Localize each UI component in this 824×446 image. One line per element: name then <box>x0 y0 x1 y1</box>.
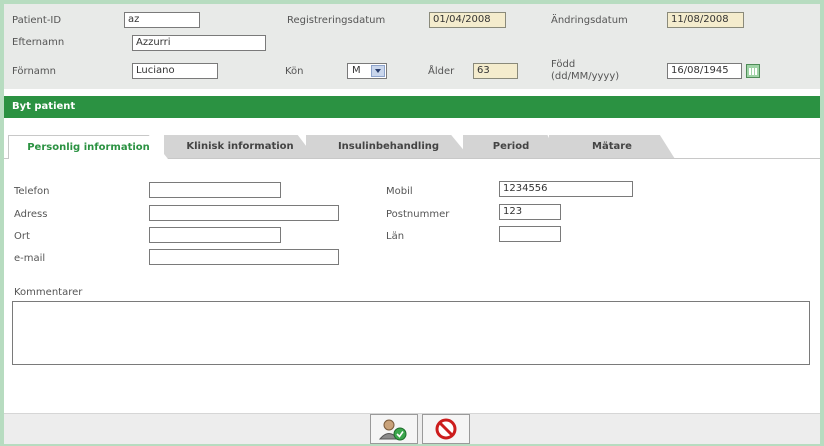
patient-form-window: Patient-ID az Registreringsdatum 01/04/2… <box>4 4 820 444</box>
mobile-input[interactable]: 1234556 <box>499 181 633 197</box>
gender-select-value: M <box>352 65 361 76</box>
birth-date-label: Född <box>551 59 576 70</box>
county-label: Län <box>386 231 405 242</box>
birth-date-input[interactable]: 16/08/1945 <box>667 63 742 79</box>
last-name-input[interactable]: Azzurri <box>132 35 266 51</box>
gender-select[interactable]: M <box>347 63 387 79</box>
county-input[interactable] <box>499 226 561 242</box>
gender-label: Kön <box>285 66 304 77</box>
postcode-label: Postnummer <box>386 209 450 220</box>
cancel-button[interactable] <box>422 414 470 444</box>
save-patient-icon <box>378 419 407 441</box>
tab-period[interactable]: Period <box>463 135 559 159</box>
change-date-label: Ändringsdatum <box>551 15 628 26</box>
tab-insulin-treatment[interactable]: Insulinbehandling <box>306 135 471 159</box>
postcode-input[interactable]: 123 <box>499 204 561 220</box>
tab-meters[interactable]: Mätare <box>549 135 675 159</box>
phone-input[interactable] <box>149 182 281 198</box>
change-date-field: 11/08/2008 <box>667 12 744 28</box>
city-label: Ort <box>14 231 30 242</box>
chevron-down-icon[interactable] <box>371 65 385 77</box>
comments-label: Kommentarer <box>14 287 83 298</box>
first-name-label: Förnamn <box>12 66 56 77</box>
birth-date-format-label: (dd/MM/yyyy) <box>551 71 620 82</box>
email-label: e-mail <box>14 253 46 264</box>
tab-clinical-information[interactable]: Klinisk information <box>164 135 316 159</box>
registration-date-label: Registreringsdatum <box>287 15 386 26</box>
patient-id-label: Patient-ID <box>12 15 62 26</box>
tab-personal-information[interactable]: Personlig information <box>8 135 168 159</box>
city-input[interactable] <box>149 227 281 243</box>
phone-label: Telefon <box>14 186 50 197</box>
address-label: Adress <box>14 209 48 220</box>
switch-patient-bar[interactable]: Byt patient <box>4 96 820 118</box>
tab-strip: Personlig information Klinisk informatio… <box>4 135 820 159</box>
age-label: Ålder <box>428 66 455 77</box>
patient-id-input[interactable]: az <box>124 12 200 28</box>
address-input[interactable] <box>149 205 339 221</box>
cancel-icon <box>435 418 457 440</box>
calendar-icon[interactable] <box>746 64 760 78</box>
first-name-input[interactable]: Luciano <box>132 63 218 79</box>
age-field: 63 <box>473 63 518 79</box>
mobile-label: Mobil <box>386 186 413 197</box>
patient-header: Patient-ID az Registreringsdatum 01/04/2… <box>4 4 820 89</box>
comments-textarea[interactable] <box>12 301 810 365</box>
registration-date-field: 01/04/2008 <box>429 12 506 28</box>
last-name-label: Efternamn <box>12 37 65 48</box>
action-footer <box>4 413 820 444</box>
save-button[interactable] <box>370 414 418 444</box>
email-input[interactable] <box>149 249 339 265</box>
